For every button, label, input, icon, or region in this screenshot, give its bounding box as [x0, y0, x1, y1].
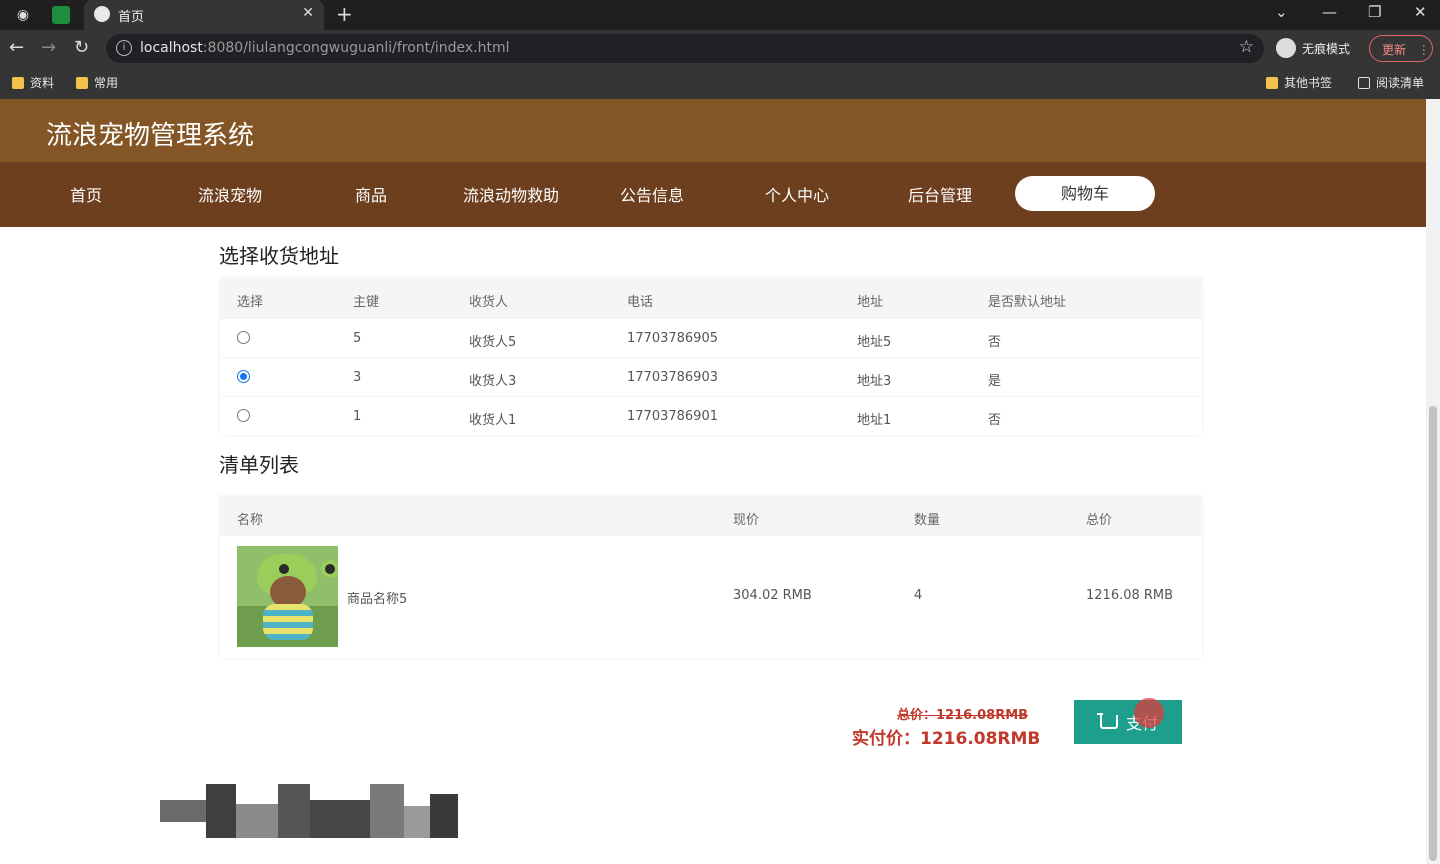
- pixelated-watermark: [160, 784, 458, 838]
- col-recipient: 收货人: [469, 295, 509, 310]
- nav-admin[interactable]: 后台管理: [908, 182, 972, 206]
- col-price: 现价: [733, 513, 760, 528]
- col-name: 名称: [237, 513, 264, 528]
- table-row[interactable]: 3 收货人3 17703786903 地址3 是: [220, 357, 1202, 396]
- product-price: 304.02 RMB: [733, 588, 812, 603]
- incognito-label: 无痕模式: [1302, 41, 1351, 56]
- product-image[interactable]: [237, 546, 338, 647]
- address-radio[interactable]: [237, 331, 250, 344]
- nav-stray-pets[interactable]: 流浪宠物: [198, 182, 262, 206]
- site-info-icon[interactable]: i: [116, 40, 132, 56]
- list-section-title: 清单列表: [219, 453, 299, 477]
- col-total: 总价: [1086, 513, 1113, 528]
- browser-toolbar: ← → ↻ i localhost:8080/liulangcongwuguan…: [0, 30, 1440, 67]
- minimize-icon[interactable]: —: [1322, 3, 1337, 21]
- browser-menu-icon[interactable]: ◉: [12, 4, 34, 26]
- table-row[interactable]: 5 收货人5 17703786905 地址5 否: [220, 318, 1202, 357]
- product-total: 1216.08 RMB: [1086, 588, 1174, 603]
- scrollbar-thumb[interactable]: [1429, 406, 1437, 861]
- product-qty: 4: [914, 588, 923, 603]
- reading-list[interactable]: 阅读清单: [1358, 74, 1424, 91]
- folder-icon: [76, 76, 88, 89]
- nav-personal-center[interactable]: 个人中心: [765, 182, 829, 206]
- actual-total: 实付价：1216.08RMB: [852, 729, 1041, 749]
- col-select: 选择: [237, 295, 264, 310]
- close-tab-icon[interactable]: ✕: [302, 5, 314, 21]
- incognito-icon: [1276, 38, 1296, 58]
- product-name: 商品名称5: [347, 592, 408, 607]
- close-window-icon[interactable]: ✕: [1414, 3, 1427, 21]
- restore-icon[interactable]: ❐: [1368, 3, 1381, 21]
- col-default: 是否默认地址: [988, 295, 1067, 310]
- tab-search-icon[interactable]: ⌄: [1275, 3, 1288, 21]
- address-bar[interactable]: i localhost:8080/liulangcongwuguanli/fro…: [106, 34, 1264, 63]
- address-table-header: 选择 主键 收货人 电话 地址 是否默认地址: [220, 278, 1202, 318]
- folder-icon: [12, 76, 24, 89]
- cart-icon: [1097, 713, 1118, 729]
- bookmarks-bar: 资料 常用 其他书签 阅读清单: [0, 67, 1440, 99]
- browser-tab[interactable]: 首页 ✕: [84, 0, 324, 30]
- page-scrollbar[interactable]: [1426, 99, 1440, 864]
- site-title: 流浪宠物管理系统: [46, 121, 255, 151]
- col-qty: 数量: [914, 513, 941, 528]
- bookmark-star-icon[interactable]: ☆: [1239, 37, 1254, 57]
- new-tab-icon[interactable]: +: [336, 2, 353, 26]
- col-phone: 电话: [627, 295, 654, 310]
- incognito-indicator[interactable]: 无痕模式: [1276, 38, 1350, 58]
- click-indicator: [1134, 698, 1164, 728]
- reload-icon[interactable]: ↻: [74, 37, 89, 58]
- forward-icon[interactable]: →: [41, 37, 56, 58]
- address-section-title: 选择收货地址: [219, 244, 339, 268]
- pay-button[interactable]: 支付: [1074, 700, 1182, 744]
- address-radio[interactable]: [237, 409, 250, 422]
- folder-icon: [1266, 76, 1278, 89]
- table-row[interactable]: 1 收货人1 17703786901 地址1 否: [220, 396, 1202, 435]
- browser-tab-bar: ◉ 首页 ✕ + ⌄ — ❐ ✕: [0, 0, 1440, 30]
- update-button[interactable]: 更新 ⋮: [1369, 35, 1433, 62]
- url-text[interactable]: localhost:8080/liulangcongwuguanli/front…: [140, 40, 510, 56]
- col-id: 主键: [353, 295, 380, 310]
- app-icon[interactable]: [52, 6, 70, 24]
- bookmark-folder-1[interactable]: 资料: [12, 74, 54, 91]
- back-icon[interactable]: ←: [9, 37, 24, 58]
- nav-products[interactable]: 商品: [355, 182, 387, 206]
- address-table: 选择 主键 收货人 电话 地址 是否默认地址 5 收货人5 1770378690…: [220, 278, 1202, 435]
- site-header: 流浪宠物管理系统: [0, 99, 1426, 162]
- tab-title: 首页: [118, 10, 145, 25]
- col-address: 地址: [857, 295, 884, 310]
- list-item: 商品名称5 304.02 RMB 4 1216.08 RMB: [220, 536, 1202, 658]
- reading-list-icon: [1358, 76, 1370, 89]
- original-total: 总价：1216.08RMB: [897, 708, 1029, 723]
- bookmark-other[interactable]: 其他书签: [1266, 74, 1332, 91]
- cart-table-header: 名称 现价 数量 总价: [220, 496, 1202, 536]
- nav-home[interactable]: 首页: [70, 182, 102, 206]
- address-radio[interactable]: [237, 370, 250, 383]
- nav-rescue[interactable]: 流浪动物救助: [463, 182, 559, 206]
- cart-list-table: 名称 现价 数量 总价 商品名称5 304.02 RMB 4 1216.08 R…: [220, 496, 1202, 658]
- main-nav: 首页 流浪宠物 商品 流浪动物救助 公告信息 个人中心 后台管理 购物车: [0, 162, 1426, 227]
- nav-cart[interactable]: 购物车: [1015, 176, 1155, 211]
- globe-icon: [94, 6, 110, 22]
- nav-announcements[interactable]: 公告信息: [620, 182, 684, 206]
- bookmark-folder-2[interactable]: 常用: [76, 74, 118, 91]
